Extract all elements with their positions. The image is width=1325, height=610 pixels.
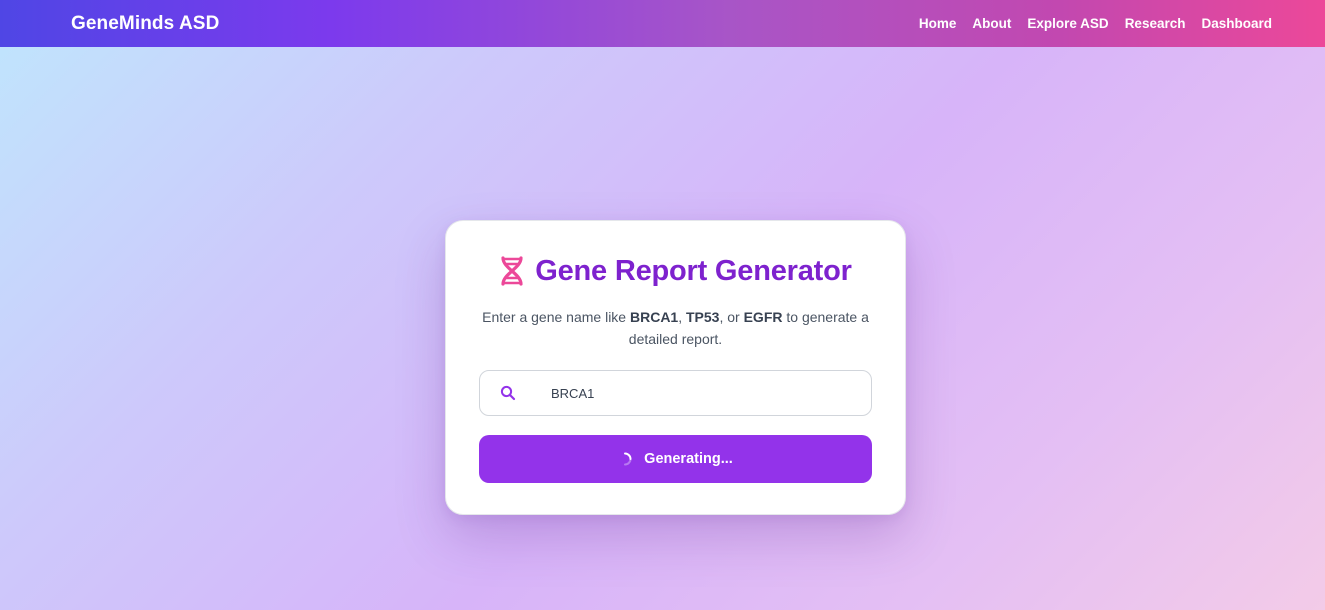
page-title: Gene Report Generator xyxy=(535,254,852,287)
generate-report-button[interactable]: Generating... xyxy=(479,435,872,483)
example-gene-tp53: TP53 xyxy=(686,309,720,325)
instructions-text: Enter a gene name like BRCA1, TP53, or E… xyxy=(482,309,869,347)
nav-link-explore-asd[interactable]: Explore ASD xyxy=(1027,16,1108,31)
nav-link-home[interactable]: Home xyxy=(919,16,957,31)
gene-search-input[interactable] xyxy=(551,385,841,401)
search-icon xyxy=(500,385,516,401)
example-gene-egfr: EGFR xyxy=(743,309,783,325)
nav-links: Home About Explore ASD Research Dashboar… xyxy=(919,16,1272,31)
example-gene-brca1: BRCA1 xyxy=(629,309,679,325)
nav-link-research[interactable]: Research xyxy=(1125,16,1186,31)
card-title: Gene Report Generator xyxy=(479,254,872,288)
brand-logo-link[interactable]: GeneMinds ASD xyxy=(71,13,219,35)
nav-link-about[interactable]: About xyxy=(972,16,1011,31)
nav-link-dashboard[interactable]: Dashboard xyxy=(1201,16,1272,31)
gene-report-card: Gene Report Generator Enter a gene name … xyxy=(445,220,906,515)
gene-search-field[interactable] xyxy=(479,370,872,416)
generate-button-label: Generating... xyxy=(644,451,733,467)
top-navbar: GeneMinds ASD Home About Explore ASD Res… xyxy=(0,0,1325,47)
dna-icon xyxy=(499,256,525,286)
spinner-icon xyxy=(618,452,632,466)
